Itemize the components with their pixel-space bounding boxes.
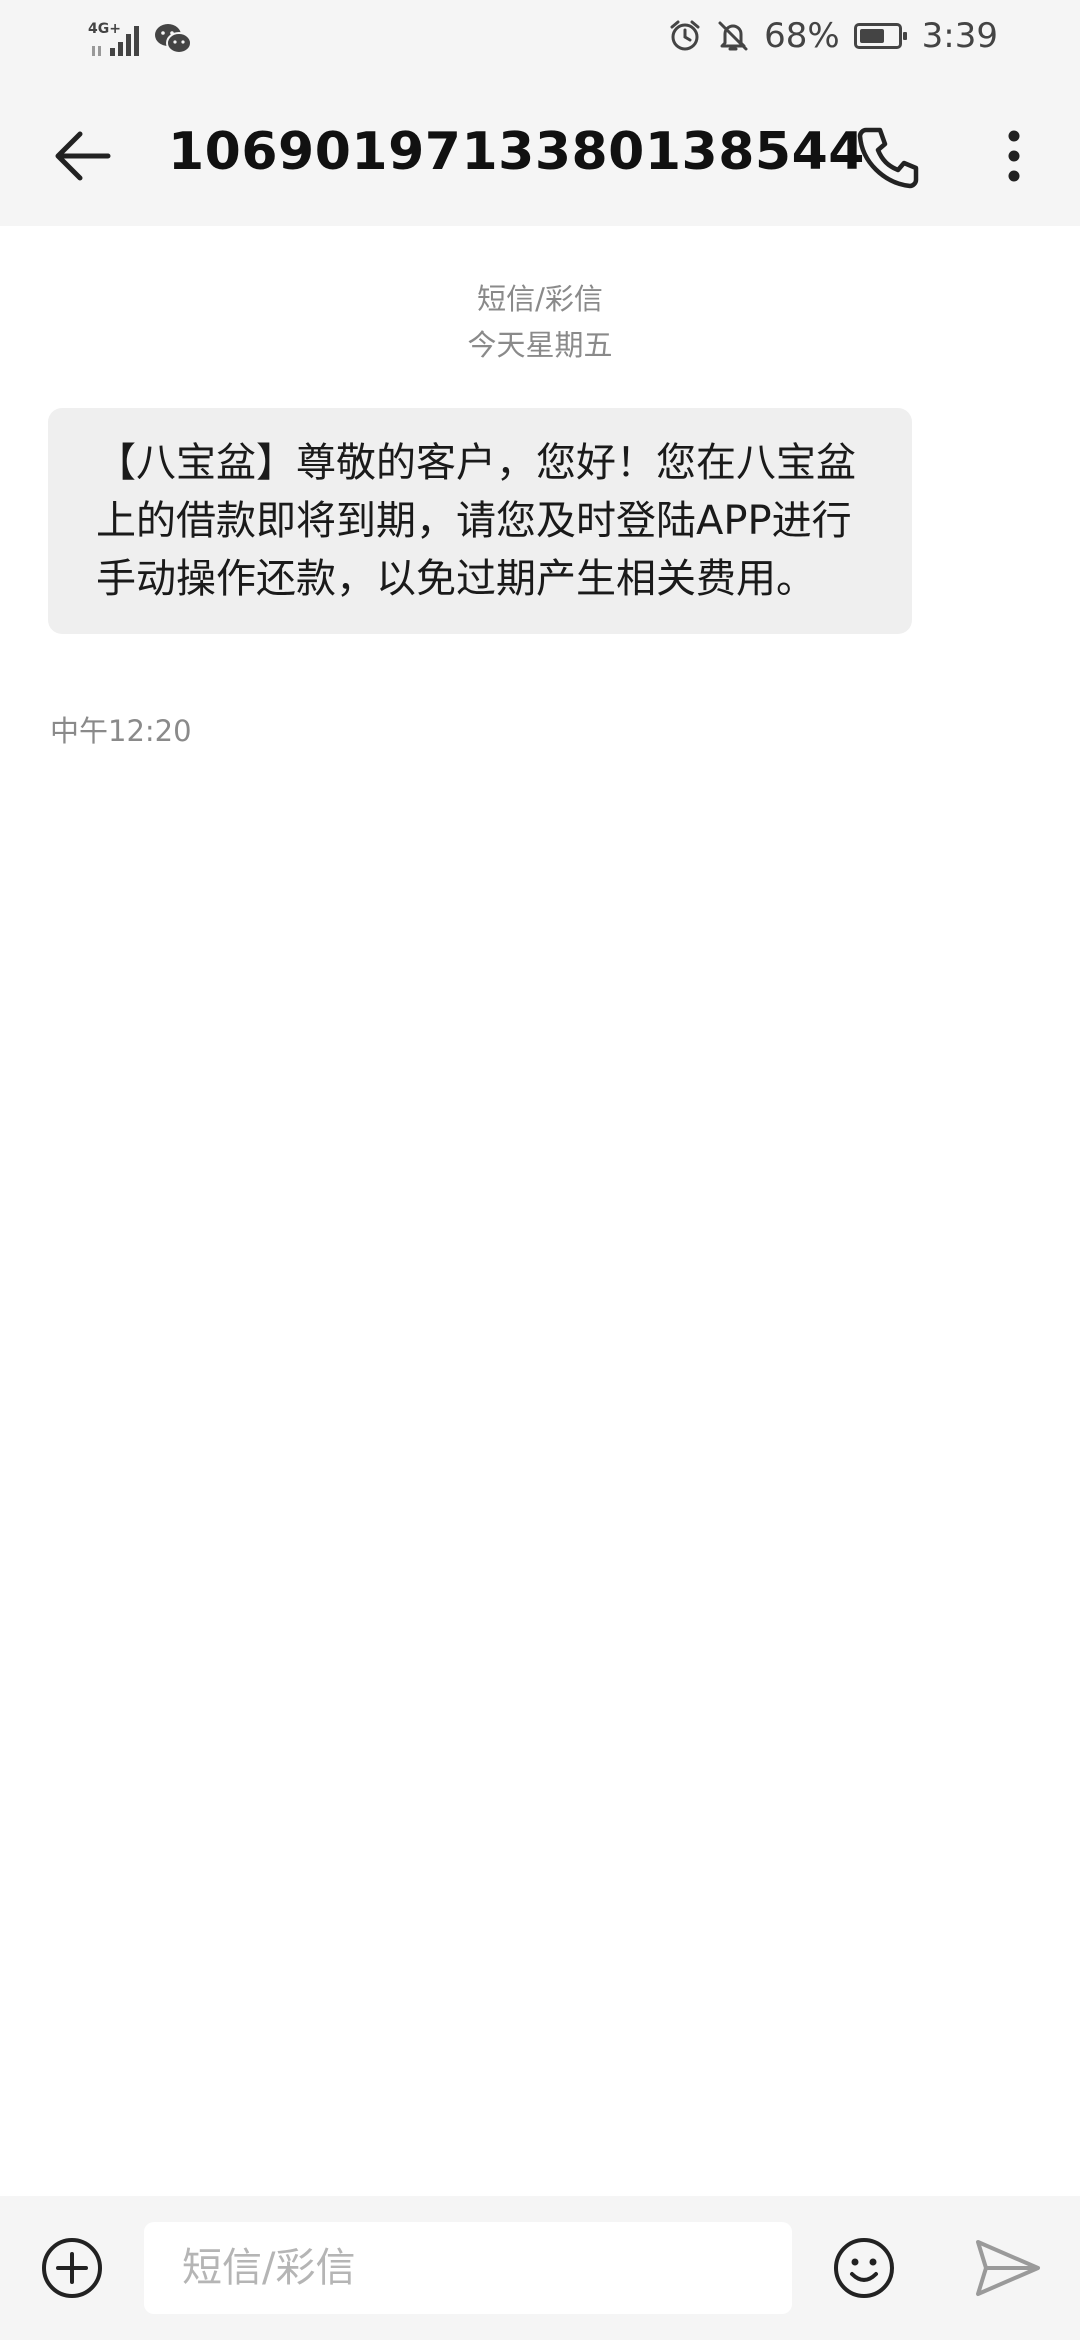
conversation-header: 1069019713380138544 xyxy=(0,84,1080,226)
message-type-label: 短信/彩信 xyxy=(477,282,603,316)
status-time: 3:39 xyxy=(921,16,998,56)
battery-fill xyxy=(859,29,885,43)
status-bar: 4G+ 68% 3:39 xyxy=(0,0,1080,84)
sender-number: 1069019713380138544 xyxy=(168,122,865,182)
more-vertical-icon[interactable] xyxy=(984,120,1044,192)
battery-icon xyxy=(853,23,907,49)
alarm-icon xyxy=(670,20,700,51)
wechat-icon xyxy=(155,24,192,54)
send-icon[interactable] xyxy=(972,2236,1044,2300)
message-input-box xyxy=(144,2222,792,2314)
emoji-icon[interactable] xyxy=(830,2234,898,2302)
status-right: 68% 3:39 xyxy=(668,16,998,56)
add-circle-icon[interactable] xyxy=(38,2234,106,2302)
signal-icon: 4G+ xyxy=(88,18,144,60)
message-input[interactable] xyxy=(180,2244,756,2292)
back-arrow-icon[interactable] xyxy=(48,120,120,192)
date-separator: 今天星期五 xyxy=(467,328,613,362)
composer-bar xyxy=(0,2196,1080,2340)
status-left: 4G+ xyxy=(88,18,192,60)
message-bubble[interactable]: 【八宝盆】尊敬的客户，您好！您在八宝盆上的借款即将到期，请您及时登陆APP进行手… xyxy=(48,408,912,634)
battery-percent: 68% xyxy=(764,16,840,56)
mute-icon xyxy=(718,21,748,51)
message-time: 中午12:20 xyxy=(50,714,192,748)
phone-icon[interactable] xyxy=(852,120,924,192)
